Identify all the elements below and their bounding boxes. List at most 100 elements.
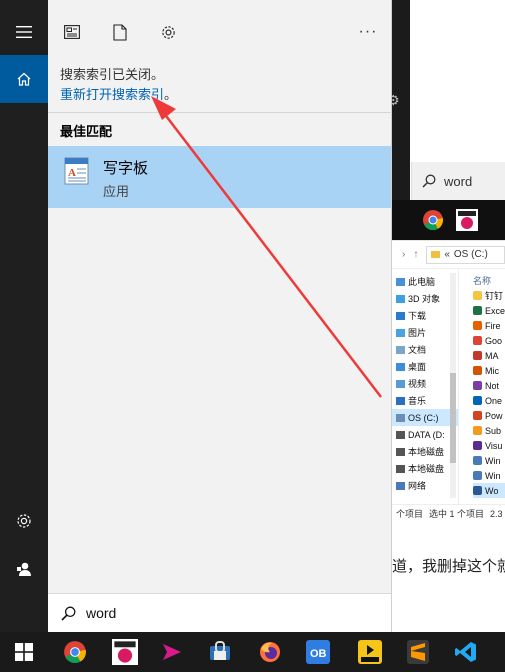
chrome-icon bbox=[64, 641, 86, 663]
divider bbox=[48, 112, 392, 113]
explorer-file-row[interactable]: Pow bbox=[472, 408, 505, 423]
explorer-nav-item[interactable]: 网络 bbox=[392, 477, 458, 494]
explorer-nav-item[interactable]: 本地磁盘 bbox=[392, 460, 458, 477]
explorer-scroll-thumb[interactable] bbox=[449, 373, 456, 463]
taskbar-vscode[interactable] bbox=[446, 636, 486, 668]
documents-filter-button[interactable] bbox=[110, 22, 130, 42]
app-shortcut-icon bbox=[472, 291, 482, 300]
folder-icon bbox=[396, 447, 405, 456]
explorer-file-row[interactable]: Win bbox=[472, 453, 505, 468]
explorer-file-label: Exce bbox=[484, 305, 505, 316]
document-icon bbox=[113, 23, 127, 41]
explorer-nav-label: 桌面 bbox=[408, 362, 427, 372]
expand-menu-button[interactable] bbox=[0, 8, 48, 56]
explorer-nav-pane: 此电脑 3D 对象 下载 图片 文档 桌面 视频 音乐 OS (C:) DATA (D: 本地磁盘本… bbox=[392, 269, 459, 504]
home-button[interactable] bbox=[0, 55, 48, 103]
forward-icon[interactable]: › bbox=[402, 249, 405, 260]
explorer-file-row[interactable]: Not bbox=[472, 378, 505, 393]
explorer-nav-item[interactable]: 文档 bbox=[392, 341, 458, 358]
app-shortcut-icon bbox=[472, 456, 482, 465]
explorer-file-row[interactable]: One bbox=[472, 393, 505, 408]
explorer-nav-item[interactable]: OS (C:) bbox=[392, 409, 458, 426]
explorer-file-row[interactable]: Visu bbox=[472, 438, 505, 453]
explorer-nav-item[interactable]: 3D 对象 bbox=[392, 290, 458, 307]
explorer-address-bar[interactable]: « OS (C:) bbox=[426, 245, 505, 264]
wordpad-icon: A bbox=[64, 157, 89, 185]
address-prefix: « bbox=[444, 249, 450, 260]
explorer-scrollbar[interactable] bbox=[449, 273, 456, 498]
taskbar: OB bbox=[0, 632, 505, 672]
explorer-nav-label: 视频 bbox=[408, 379, 427, 389]
taskbar-firefox[interactable] bbox=[250, 636, 290, 668]
column-header-name[interactable]: 名称 bbox=[473, 273, 505, 288]
ob-app-icon: OB bbox=[306, 640, 330, 664]
taskbar-send-app[interactable] bbox=[152, 636, 192, 668]
taskbar-ob-app[interactable]: OB bbox=[298, 636, 338, 668]
taskbar-sabm-app[interactable] bbox=[105, 636, 145, 668]
explorer-nav-item[interactable]: DATA (D: bbox=[392, 426, 458, 443]
explorer-file-row[interactable]: Wo bbox=[472, 483, 505, 498]
notice-text: 搜索索引已关闭。 bbox=[60, 67, 165, 82]
explorer-file-row[interactable]: Fire bbox=[472, 318, 505, 333]
explorer-status-bar: 个项目 选中 1 个项目 2.3 bbox=[392, 504, 505, 522]
explorer-nav-item[interactable]: 音乐 bbox=[392, 392, 458, 409]
status-size: 2.3 bbox=[490, 508, 503, 519]
app-shortcut-icon bbox=[472, 366, 482, 375]
folder-icon bbox=[396, 328, 405, 337]
explorer-file-label: One bbox=[484, 395, 502, 406]
home-icon bbox=[17, 72, 31, 86]
svg-text:A: A bbox=[68, 167, 76, 179]
folder-icon bbox=[396, 481, 405, 490]
explorer-nav-label: 下载 bbox=[408, 311, 427, 321]
search-settings-button[interactable] bbox=[158, 22, 178, 42]
app-shortcut-icon bbox=[472, 351, 482, 360]
explorer-file-label: Sub bbox=[484, 425, 501, 436]
taskbar-player[interactable] bbox=[350, 636, 390, 668]
explorer-file-row[interactable]: 钉钉 bbox=[472, 288, 505, 303]
more-options-button[interactable]: ··· bbox=[358, 22, 378, 42]
explorer-file-row[interactable]: Sub bbox=[472, 423, 505, 438]
user-button[interactable] bbox=[0, 545, 48, 593]
explorer-file-row[interactable]: Win bbox=[472, 468, 505, 483]
explorer-nav-label: 此电脑 bbox=[408, 277, 436, 287]
start-button[interactable] bbox=[4, 636, 44, 668]
explorer-nav-item[interactable]: 此电脑 bbox=[392, 273, 458, 290]
explorer-nav-label: 本地磁盘 bbox=[408, 464, 445, 474]
up-icon[interactable]: ↑ bbox=[413, 249, 418, 260]
explorer-file-row[interactable]: Goo bbox=[472, 333, 505, 348]
app-shortcut-icon bbox=[472, 306, 482, 315]
sabm-app-icon bbox=[112, 639, 138, 665]
news-filter-button[interactable] bbox=[62, 22, 82, 42]
explorer-file-row[interactable]: Exce bbox=[472, 303, 505, 318]
taskbar-chrome[interactable] bbox=[55, 636, 95, 668]
app-shortcut-icon bbox=[472, 321, 482, 330]
explorer-nav-item[interactable]: 图片 bbox=[392, 324, 458, 341]
app-shortcut-icon bbox=[472, 426, 482, 435]
best-match-result[interactable]: A 写字板 应用 bbox=[48, 146, 391, 208]
explorer-nav-label: 3D 对象 bbox=[408, 294, 441, 304]
explorer-nav-item[interactable]: 视频 bbox=[392, 375, 458, 392]
explorer-file-label: Wo bbox=[484, 485, 499, 496]
settings-button[interactable] bbox=[0, 497, 48, 545]
taskbar-lock-app[interactable] bbox=[200, 636, 240, 668]
chrome-icon[interactable] bbox=[422, 209, 444, 231]
explorer-nav-label: 网络 bbox=[408, 481, 427, 491]
app-shortcut-icon bbox=[472, 336, 482, 345]
explorer-toolbar: › ↑ « OS (C:) bbox=[392, 241, 505, 269]
background-search-box[interactable]: word bbox=[411, 162, 505, 200]
explorer-nav-item[interactable]: 桌面 bbox=[392, 358, 458, 375]
search-input[interactable]: word bbox=[86, 605, 116, 621]
explorer-file-row[interactable]: Mic bbox=[472, 363, 505, 378]
explorer-nav-item[interactable]: 本地磁盘 bbox=[392, 443, 458, 460]
explorer-file-label: Pow bbox=[484, 410, 503, 421]
folder-icon bbox=[396, 311, 405, 320]
reopen-index-link[interactable]: 重新打开搜索索引 bbox=[60, 85, 164, 105]
taskbar-sublime[interactable] bbox=[398, 636, 438, 668]
sabm-app-icon[interactable] bbox=[456, 209, 478, 231]
explorer-nav-item[interactable]: 下载 bbox=[392, 307, 458, 324]
search-icon bbox=[61, 606, 76, 621]
explorer-nav-label: 图片 bbox=[408, 328, 427, 338]
explorer-file-label: Fire bbox=[484, 320, 501, 331]
search-box[interactable]: word bbox=[48, 593, 391, 632]
explorer-file-row[interactable]: MA bbox=[472, 348, 505, 363]
